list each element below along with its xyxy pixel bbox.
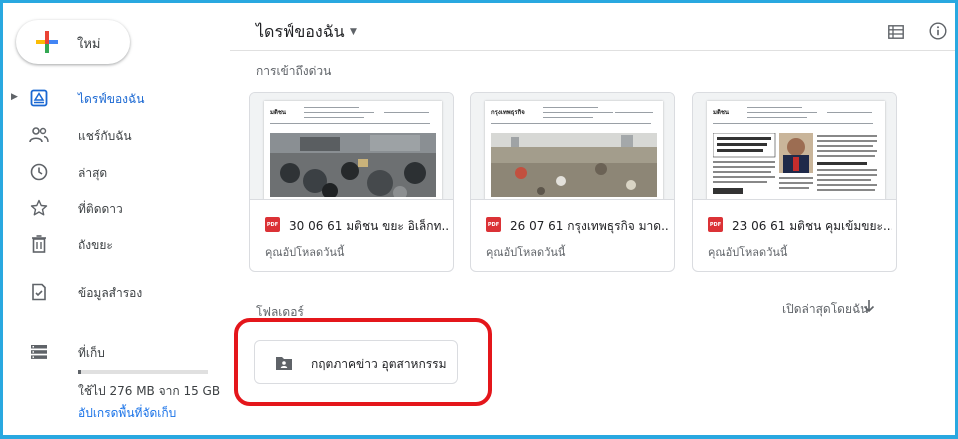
folder-name: กฤตภาคข่าว อุตสาหกรรม bbox=[311, 357, 447, 371]
sidebar-item-label: ที่ติดดาว bbox=[78, 202, 123, 216]
quick-access-card[interactable]: มติชน PDF 30 06 61 มติชน ขยะ อิเล็กท... … bbox=[249, 92, 454, 272]
page-title[interactable]: ไดรฟ์ของฉัน bbox=[256, 20, 345, 45]
storage-icon bbox=[28, 341, 50, 363]
upgrade-storage-link[interactable]: อัปเกรดพื้นที่จัดเก็บ bbox=[78, 404, 176, 423]
news-photo bbox=[491, 133, 657, 197]
pdf-file-icon: PDF bbox=[708, 217, 723, 232]
my-drive-icon bbox=[28, 87, 50, 109]
storage-usage-bar bbox=[78, 370, 208, 374]
news-photo bbox=[270, 133, 436, 197]
sort-label[interactable]: เปิดล่าสุดโดยฉัน bbox=[782, 300, 868, 319]
clock-icon bbox=[28, 161, 50, 183]
file-subtitle: คุณอัปโหลดวันนี้ bbox=[265, 246, 345, 259]
new-button-label: ใหม่ bbox=[77, 37, 101, 52]
sidebar-item-label: ข้อมูลสำรอง bbox=[78, 286, 143, 300]
star-icon bbox=[28, 197, 50, 219]
quick-access-card[interactable]: มติชน PDF 23 06 61 มติชน คุมเข้มขยะ... ค… bbox=[692, 92, 897, 272]
sidebar-item-label: แชร์กับฉัน bbox=[78, 129, 132, 143]
pdf-file-icon: PDF bbox=[486, 217, 501, 232]
info-icon[interactable] bbox=[929, 22, 947, 40]
article-layout bbox=[713, 133, 879, 197]
plus-icon bbox=[36, 31, 58, 53]
sidebar-item-storage[interactable]: ที่เก็บ bbox=[3, 334, 218, 370]
file-thumbnail: กรุงเทพธุรกิจ bbox=[471, 93, 674, 200]
storage-usage-fill bbox=[78, 370, 81, 374]
expand-arrow-icon[interactable]: ▶ bbox=[11, 92, 18, 102]
sidebar-item-label: ไดรฟ์ของฉัน bbox=[78, 92, 145, 106]
shared-with-me-icon bbox=[28, 124, 50, 146]
list-view-icon[interactable] bbox=[888, 24, 904, 39]
sidebar-item-trash[interactable]: ถังขยะ bbox=[3, 226, 218, 262]
header-divider bbox=[230, 50, 955, 51]
sidebar-item-label: ล่าสุด bbox=[78, 166, 108, 180]
backup-icon bbox=[28, 281, 50, 303]
shared-folder-icon bbox=[275, 355, 293, 371]
thumbnail-brand: กรุงเทพธุรกิจ bbox=[491, 109, 525, 116]
caret-down-icon[interactable]: ▼ bbox=[350, 27, 357, 37]
file-name: 23 06 61 มติชน คุมเข้มขยะ... bbox=[732, 219, 892, 233]
storage-used-text: ใช้ไป 276 MB จาก 15 GB bbox=[78, 384, 221, 398]
thumbnail-brand: มติชน bbox=[270, 109, 287, 116]
sidebar-item-starred[interactable]: ที่ติดดาว bbox=[3, 190, 218, 226]
new-button[interactable]: ใหม่ bbox=[16, 20, 130, 64]
sidebar-item-shared[interactable]: แชร์กับฉัน bbox=[3, 117, 218, 153]
sidebar-item-label: ถังขยะ bbox=[78, 238, 113, 252]
file-thumbnail: มติชน bbox=[693, 93, 896, 200]
folder-item[interactable]: กฤตภาคข่าว อุตสาหกรรม bbox=[254, 340, 458, 384]
file-name: 30 06 61 มติชน ขยะ อิเล็กท... bbox=[289, 219, 449, 233]
thumbnail-brand: มติชน bbox=[713, 109, 730, 116]
sidebar-item-my-drive[interactable]: ▶ ไดรฟ์ของฉัน bbox=[3, 80, 218, 116]
arrow-down-icon[interactable] bbox=[862, 298, 876, 314]
sidebar-item-backups[interactable]: ข้อมูลสำรอง bbox=[3, 274, 218, 310]
file-thumbnail: มติชน bbox=[250, 93, 453, 200]
file-subtitle: คุณอัปโหลดวันนี้ bbox=[486, 246, 566, 259]
quick-access-card[interactable]: กรุงเทพธุรกิจ PDF 26 07 61 กรุงเทพธุรกิจ… bbox=[470, 92, 675, 272]
file-subtitle: คุณอัปโหลดวันนี้ bbox=[708, 246, 788, 259]
folders-label: โฟลเดอร์ bbox=[256, 305, 304, 319]
quick-access-label: การเข้าถึงด่วน bbox=[256, 64, 332, 78]
trash-icon bbox=[28, 233, 50, 255]
sidebar-item-label: ที่เก็บ bbox=[78, 346, 105, 360]
pdf-file-icon: PDF bbox=[265, 217, 280, 232]
file-name: 26 07 61 กรุงเทพธุรกิจ มาด... bbox=[510, 219, 670, 233]
sidebar-item-recent[interactable]: ล่าสุด bbox=[3, 154, 218, 190]
